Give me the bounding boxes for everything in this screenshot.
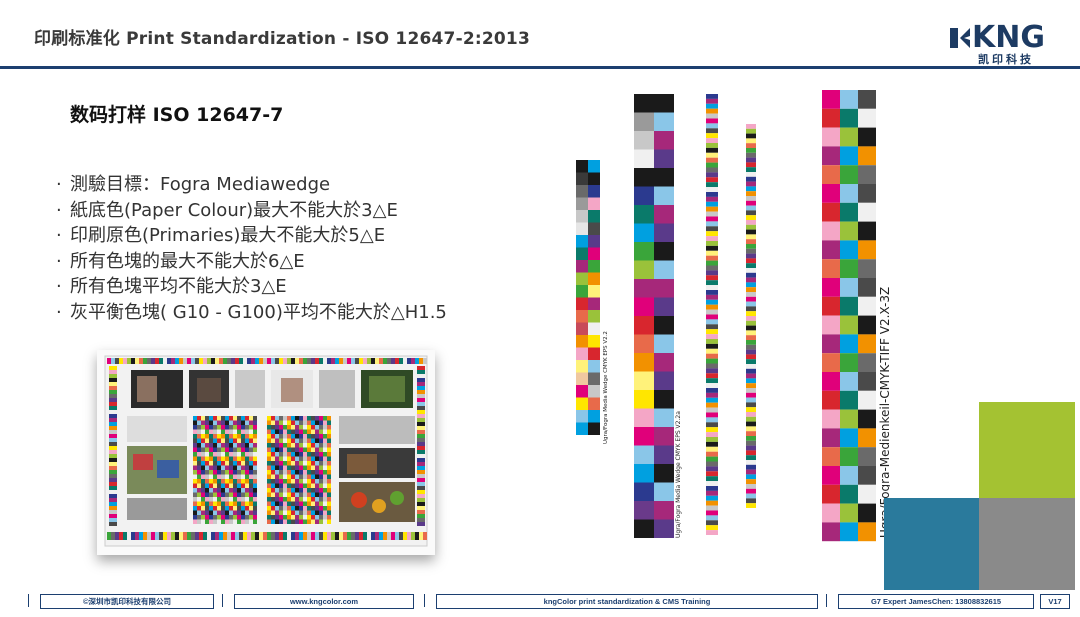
decor-gray-block [979,498,1075,590]
media-wedge-strips: Ugra/Fogra Media Wedge CMYK EPS V2.2 Ugr… [560,88,892,543]
logo-subtext: 凯印科技 [978,53,1034,66]
footer-version: V17 [1040,594,1070,609]
footer-separator [826,594,827,607]
footer-website[interactable]: www.kngcolor.com [234,594,414,609]
header-rule [0,66,1080,69]
bullet-list: · 測驗目標：Fogra Mediawedge · 紙底色(Paper Colour… [56,172,447,325]
footer-separator [424,594,425,607]
slide-title: 印刷标准化 Print Standardization - ISO 12647-… [34,29,530,49]
slide-header: 印刷标准化 Print Standardization - ISO 12647-… [0,0,1080,70]
wedge-label-2: Ugra/Fogra Media Wedge CMYK EPS V2.2a [675,411,682,538]
footer-training: kngColor print standardization & CMS Tra… [436,594,818,609]
bullet-item: · 測驗目標：Fogra Mediawedge [56,174,331,195]
decor-green-block [979,402,1075,498]
proof-sheet-graphic [104,355,428,547]
bullet-item: · 灰平衡色塊( G10 - G100)平均不能大於△H1.5 [56,301,447,323]
kng-logo: KNG 凯印科技 [948,20,1058,66]
section-subtitle: 数码打样 ISO 12647-7 [70,104,284,126]
wedge-label-1: Ugra/Fogra Media Wedge CMYK EPS V2.2 [603,331,609,444]
slide-footer: ©深圳市凯印科技有限公司 www.kngcolor.com kngColor p… [0,592,1080,612]
bullet-item: · 印刷原色(Primaries)最大不能大於5△E [56,225,386,246]
decor-blue-block [884,498,980,590]
footer-separator [28,594,29,607]
footer-separator [222,594,223,607]
bullet-item: · 所有色塊平均不能大於3△E [56,276,287,297]
footer-company: ©深圳市凯印科技有限公司 [40,594,214,609]
bullet-item: · 紙底色(Paper Colour)最大不能大於3△E [56,199,398,221]
bullet-item: · 所有色塊的最大不能大於6△E [56,250,305,272]
footer-contact: G7 Expert JamesChen: 13808832615 [838,594,1034,609]
logo-mark-icon [950,28,970,48]
logo-text: KNG [972,20,1045,55]
media-wedge-graphic: Ugra/Fogra Media Wedge CMYK EPS V2.2 Ugr… [576,90,892,542]
proof-sheet-image [97,350,435,555]
